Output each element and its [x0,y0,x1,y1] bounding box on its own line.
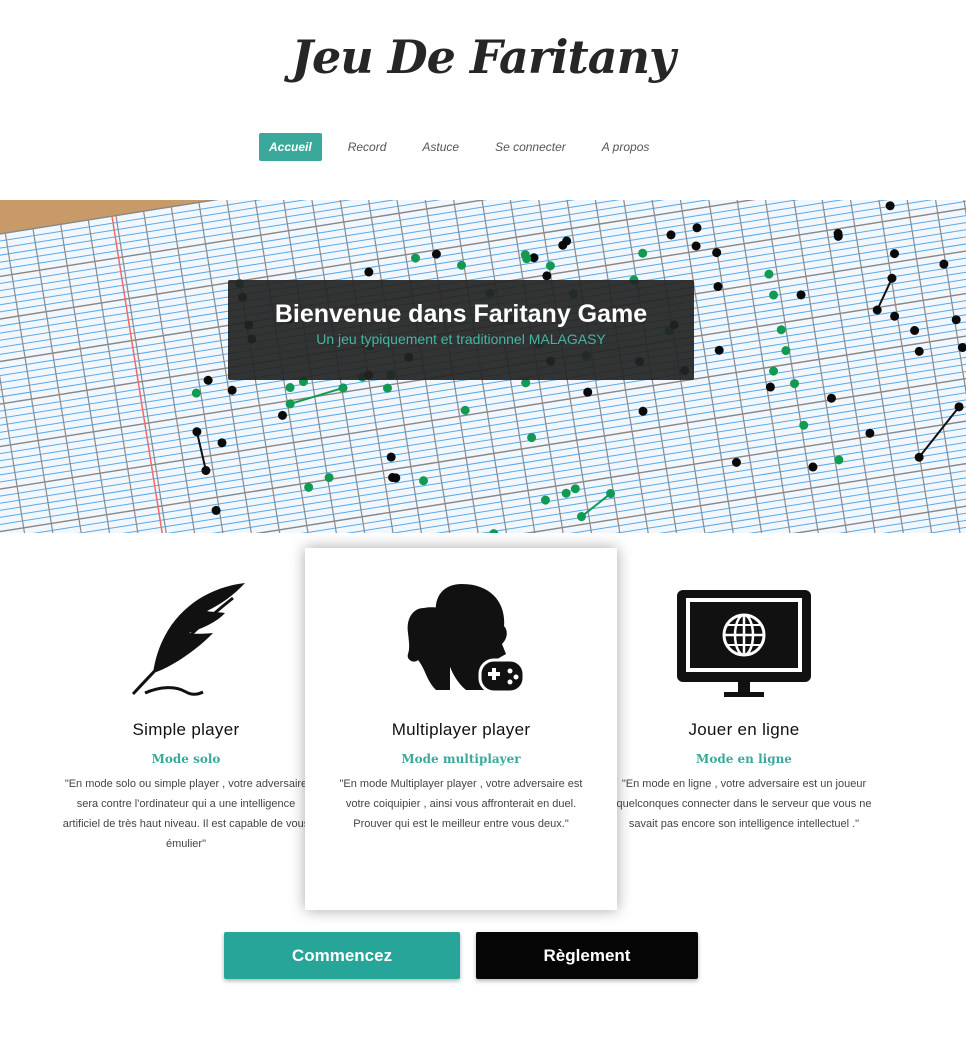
feature-multiplayer: Multiplayer player Mode multiplayer "En … [305,548,617,910]
feature-mode: Mode solo [151,752,221,766]
nav-item-record[interactable]: Record [338,133,397,161]
feather-icon [30,578,342,698]
hero-title: Bienvenue dans Faritany Game [274,300,648,328]
monitor-globe-icon [588,578,900,698]
feature-simple-player: Simple player Mode solo "En mode solo ou… [30,548,342,910]
site-logo[interactable]: Jeu De Faritany [0,30,966,84]
feature-description: "En mode en ligne , votre adversaire est… [616,778,872,830]
hero-caption: Bienvenue dans Faritany Game Un jeu typi… [228,280,694,380]
features-section: Simple player Mode solo "En mode solo ou… [0,548,966,910]
multiplayer-gamepad-icon [305,578,617,698]
start-button[interactable]: Commencez [224,932,460,979]
feature-description: "En mode solo ou simple player , votre a… [62,778,310,850]
nav-item-astuce[interactable]: Astuce [412,133,469,161]
feature-online: Jouer en ligne Mode en ligne "En mode en… [588,548,900,910]
hero-subtitle: Un jeu typiquement et traditionnel MALAG… [316,331,606,347]
feature-title: Multiplayer player [391,720,531,739]
feature-title: Simple player [132,720,240,739]
feature-mode: Mode en ligne [696,752,792,766]
rules-button[interactable]: Règlement [476,932,698,979]
main-nav: Accueil Record Astuce Se connecter A pro… [259,133,675,161]
hero-banner: Bienvenue dans Faritany Game Un jeu typi… [0,200,966,533]
nav-item-accueil[interactable]: Accueil [259,133,322,161]
nav-item-se-connecter[interactable]: Se connecter [485,133,576,161]
feature-mode: Mode multiplayer [401,752,521,766]
feature-description: "En mode Multiplayer player , votre adve… [339,778,583,830]
feature-title: Jouer en ligne [688,720,800,739]
nav-item-a-propos[interactable]: A propos [592,133,660,161]
